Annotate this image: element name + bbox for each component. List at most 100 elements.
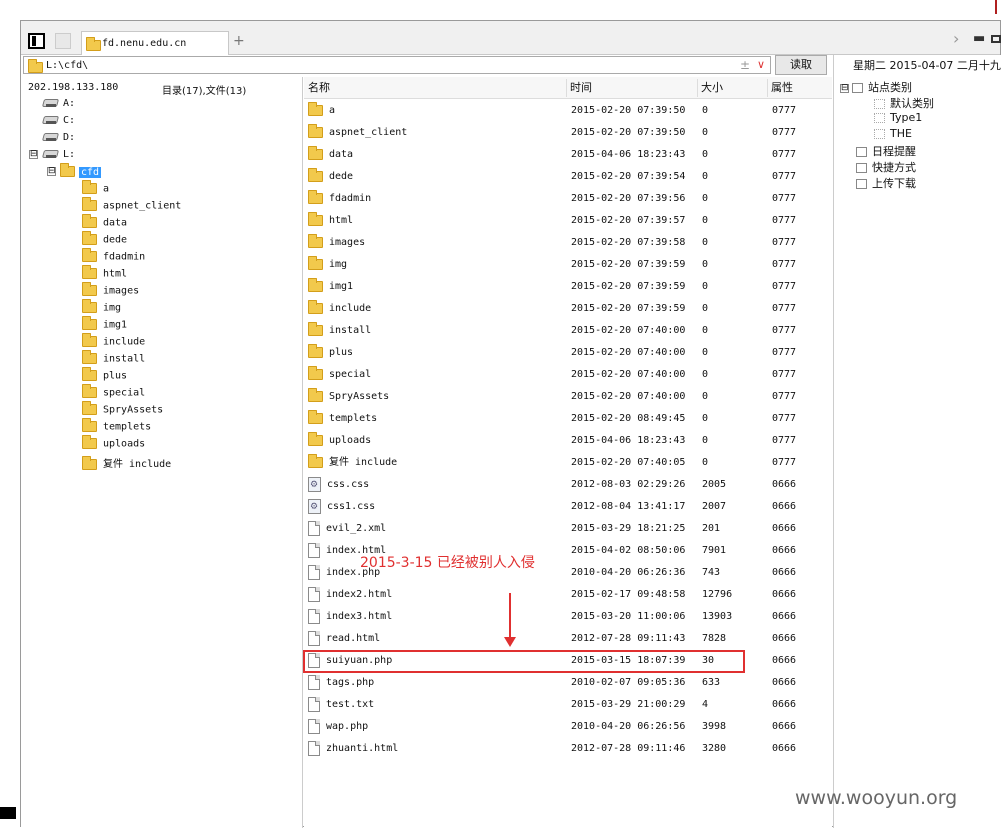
file-row[interactable]: html 2015-02-20 07:39:57 0 0777 — [304, 210, 832, 232]
file-row[interactable]: templets 2015-02-20 08:49:45 0 0777 — [304, 408, 832, 430]
file-row[interactable]: test.txt 2015-03-29 21:00:29 4 0666 — [304, 694, 832, 716]
collapse-icon[interactable]: ⊟ — [29, 149, 38, 159]
file-row[interactable]: 复件 include 2015-02-20 07:40:05 0 0777 — [304, 452, 832, 474]
panel-toggle-icon[interactable] — [28, 33, 45, 49]
file-name-cell[interactable]: aspnet_client — [308, 122, 407, 144]
file-name-cell[interactable]: include — [308, 298, 371, 320]
file-row[interactable]: css1.css 2012-08-04 13:41:17 2007 0666 — [304, 496, 832, 518]
folder-icon — [308, 255, 323, 270]
file-name-cell[interactable]: fdadmin — [308, 188, 371, 210]
side-tree-item[interactable]: 上传下载 — [840, 175, 916, 191]
file-name-cell[interactable]: a — [308, 100, 335, 122]
file-row[interactable]: evil_2.xml 2015-03-29 18:21:25 201 0666 — [304, 518, 832, 540]
maximize-button[interactable] — [991, 35, 1001, 43]
file-name-cell[interactable]: data — [308, 144, 353, 166]
file-name-cell[interactable]: special — [308, 364, 371, 386]
file-name-cell[interactable]: zhuanti.html — [308, 738, 398, 760]
file-name-cell[interactable]: images — [308, 232, 365, 254]
file-name-cell[interactable]: plus — [308, 342, 353, 364]
tree-item-cfd[interactable]: ⊟ cfd — [47, 163, 102, 183]
new-tab-button[interactable]: + — [233, 33, 245, 49]
file-name-cell[interactable]: templets — [308, 408, 377, 430]
tree-item-folder[interactable]: uploads — [82, 435, 145, 455]
file-name-cell[interactable]: dede — [308, 166, 353, 188]
file-row[interactable]: special 2015-02-20 07:40:00 0 0777 — [304, 364, 832, 386]
file-name-cell[interactable]: img1 — [308, 276, 353, 298]
file-row[interactable]: plus 2015-02-20 07:40:00 0 0777 — [304, 342, 832, 364]
file-row[interactable]: img 2015-02-20 07:39:59 0 0777 — [304, 254, 832, 276]
collapse-icon[interactable]: ⊟ — [47, 167, 56, 176]
column-header-time[interactable]: 时间 — [566, 77, 697, 99]
file-row[interactable]: uploads 2015-04-06 18:23:43 0 0777 — [304, 430, 832, 452]
tree-drive-d[interactable]: D: — [42, 132, 75, 149]
file-name-cell[interactable]: wap.php — [308, 716, 368, 738]
tree-item-folder[interactable]: include — [82, 333, 145, 353]
tree-drive-a[interactable]: A: — [42, 98, 75, 115]
blank-tab-icon[interactable] — [55, 33, 71, 49]
address-bar[interactable]: L:\cfd\ ± ∨ — [23, 56, 771, 74]
file-name-cell[interactable]: html — [308, 210, 353, 232]
file-name-cell[interactable]: read.html — [308, 628, 380, 650]
side-tree-item[interactable]: ⊟ 站点类别 — [840, 79, 912, 95]
file-name-cell[interactable]: index3.html — [308, 606, 392, 628]
file-name-cell[interactable]: install — [308, 320, 371, 342]
file-row[interactable]: a 2015-02-20 07:39:50 0 0777 — [304, 100, 832, 122]
column-header-attr[interactable]: 属性 — [767, 77, 832, 99]
column-divider[interactable] — [697, 79, 698, 97]
folder-icon — [82, 214, 97, 228]
file-row[interactable]: images 2015-02-20 07:39:58 0 0777 — [304, 232, 832, 254]
file-row[interactable]: fdadmin 2015-02-20 07:39:56 0 0777 — [304, 188, 832, 210]
side-tree-item[interactable]: Type1 — [874, 111, 922, 127]
file-row[interactable]: css.css 2012-08-03 02:29:26 2005 0666 — [304, 474, 832, 496]
file-row[interactable]: data 2015-04-06 18:23:43 0 0777 — [304, 144, 832, 166]
side-tree-item[interactable]: 默认类别 — [874, 95, 934, 111]
file-row[interactable]: aspnet_client 2015-02-20 07:39:50 0 0777 — [304, 122, 832, 144]
tree-item-folder[interactable]: special — [82, 384, 145, 404]
tree-item-folder[interactable]: install — [82, 350, 145, 370]
file-name-cell[interactable]: evil_2.xml — [308, 518, 386, 540]
tree-item-folder[interactable]: aspnet_client — [82, 197, 181, 217]
plus-minus-icon[interactable]: ± — [740, 58, 750, 72]
file-name-cell[interactable]: index2.html — [308, 584, 392, 606]
tree-item-folder[interactable]: fdadmin — [82, 248, 145, 268]
file-name-cell[interactable]: test.txt — [308, 694, 374, 716]
tree-item-folder[interactable]: templets — [82, 418, 151, 438]
file-row[interactable]: index3.html 2015-03-20 11:00:06 13903 0666 — [304, 606, 832, 628]
file-row[interactable]: include 2015-02-20 07:39:59 0 0777 — [304, 298, 832, 320]
dropdown-icon[interactable]: ∨ — [757, 58, 765, 71]
collapse-icon[interactable]: ⊟ — [840, 83, 849, 93]
tree-drive-c[interactable]: C: — [42, 115, 75, 132]
side-tree-item[interactable]: 快捷方式 — [840, 159, 916, 175]
side-tree-item[interactable]: 日程提醒 — [840, 143, 916, 159]
column-divider[interactable] — [566, 79, 567, 97]
read-button[interactable]: 读取 — [775, 55, 827, 75]
file-name-cell[interactable]: img — [308, 254, 347, 276]
column-divider[interactable] — [767, 79, 768, 97]
file-name-cell[interactable]: SpryAssets — [308, 386, 389, 408]
file-row[interactable]: tags.php 2010-02-07 09:05:36 633 0666 — [304, 672, 832, 694]
file-name: zhuanti.html — [326, 743, 399, 754]
address-path[interactable]: L:\cfd\ — [46, 60, 88, 71]
file-name-cell[interactable]: tags.php — [308, 672, 374, 694]
file-row[interactable]: zhuanti.html 2012-07-28 09:11:46 3280 0666 — [304, 738, 832, 760]
file-name-cell[interactable]: css.css — [308, 474, 369, 496]
chevron-right-icon[interactable]: › — [953, 29, 959, 48]
tree-item-folder[interactable]: 复件 include — [82, 455, 171, 472]
tree-item-folder[interactable]: SpryAssets — [82, 401, 163, 421]
file-row[interactable]: read.html 2012-07-28 09:11:43 7828 0666 — [304, 628, 832, 650]
file-name-cell[interactable]: uploads — [308, 430, 371, 452]
tab-fd-nenu[interactable]: fd.nenu.edu.cn — [81, 31, 229, 55]
file-row[interactable]: install 2015-02-20 07:40:00 0 0777 — [304, 320, 832, 342]
side-tree-item[interactable]: THE — [874, 127, 912, 143]
file-row[interactable]: index2.html 2015-02-17 09:48:58 12796 0666 — [304, 584, 832, 606]
file-name-cell[interactable]: 复件 include — [308, 452, 397, 474]
file-name: html — [329, 215, 354, 226]
column-header-name[interactable]: 名称 — [304, 77, 566, 99]
file-row[interactable]: img1 2015-02-20 07:39:59 0 0777 — [304, 276, 832, 298]
file-row[interactable]: wap.php 2010-04-20 06:26:56 3998 0666 — [304, 716, 832, 738]
column-header-size[interactable]: 大小 — [697, 77, 767, 99]
minimize-button[interactable]: ▬ — [973, 31, 985, 46]
file-row[interactable]: dede 2015-02-20 07:39:54 0 0777 — [304, 166, 832, 188]
file-name-cell[interactable]: css1.css — [308, 496, 375, 518]
file-row[interactable]: SpryAssets 2015-02-20 07:40:00 0 0777 — [304, 386, 832, 408]
